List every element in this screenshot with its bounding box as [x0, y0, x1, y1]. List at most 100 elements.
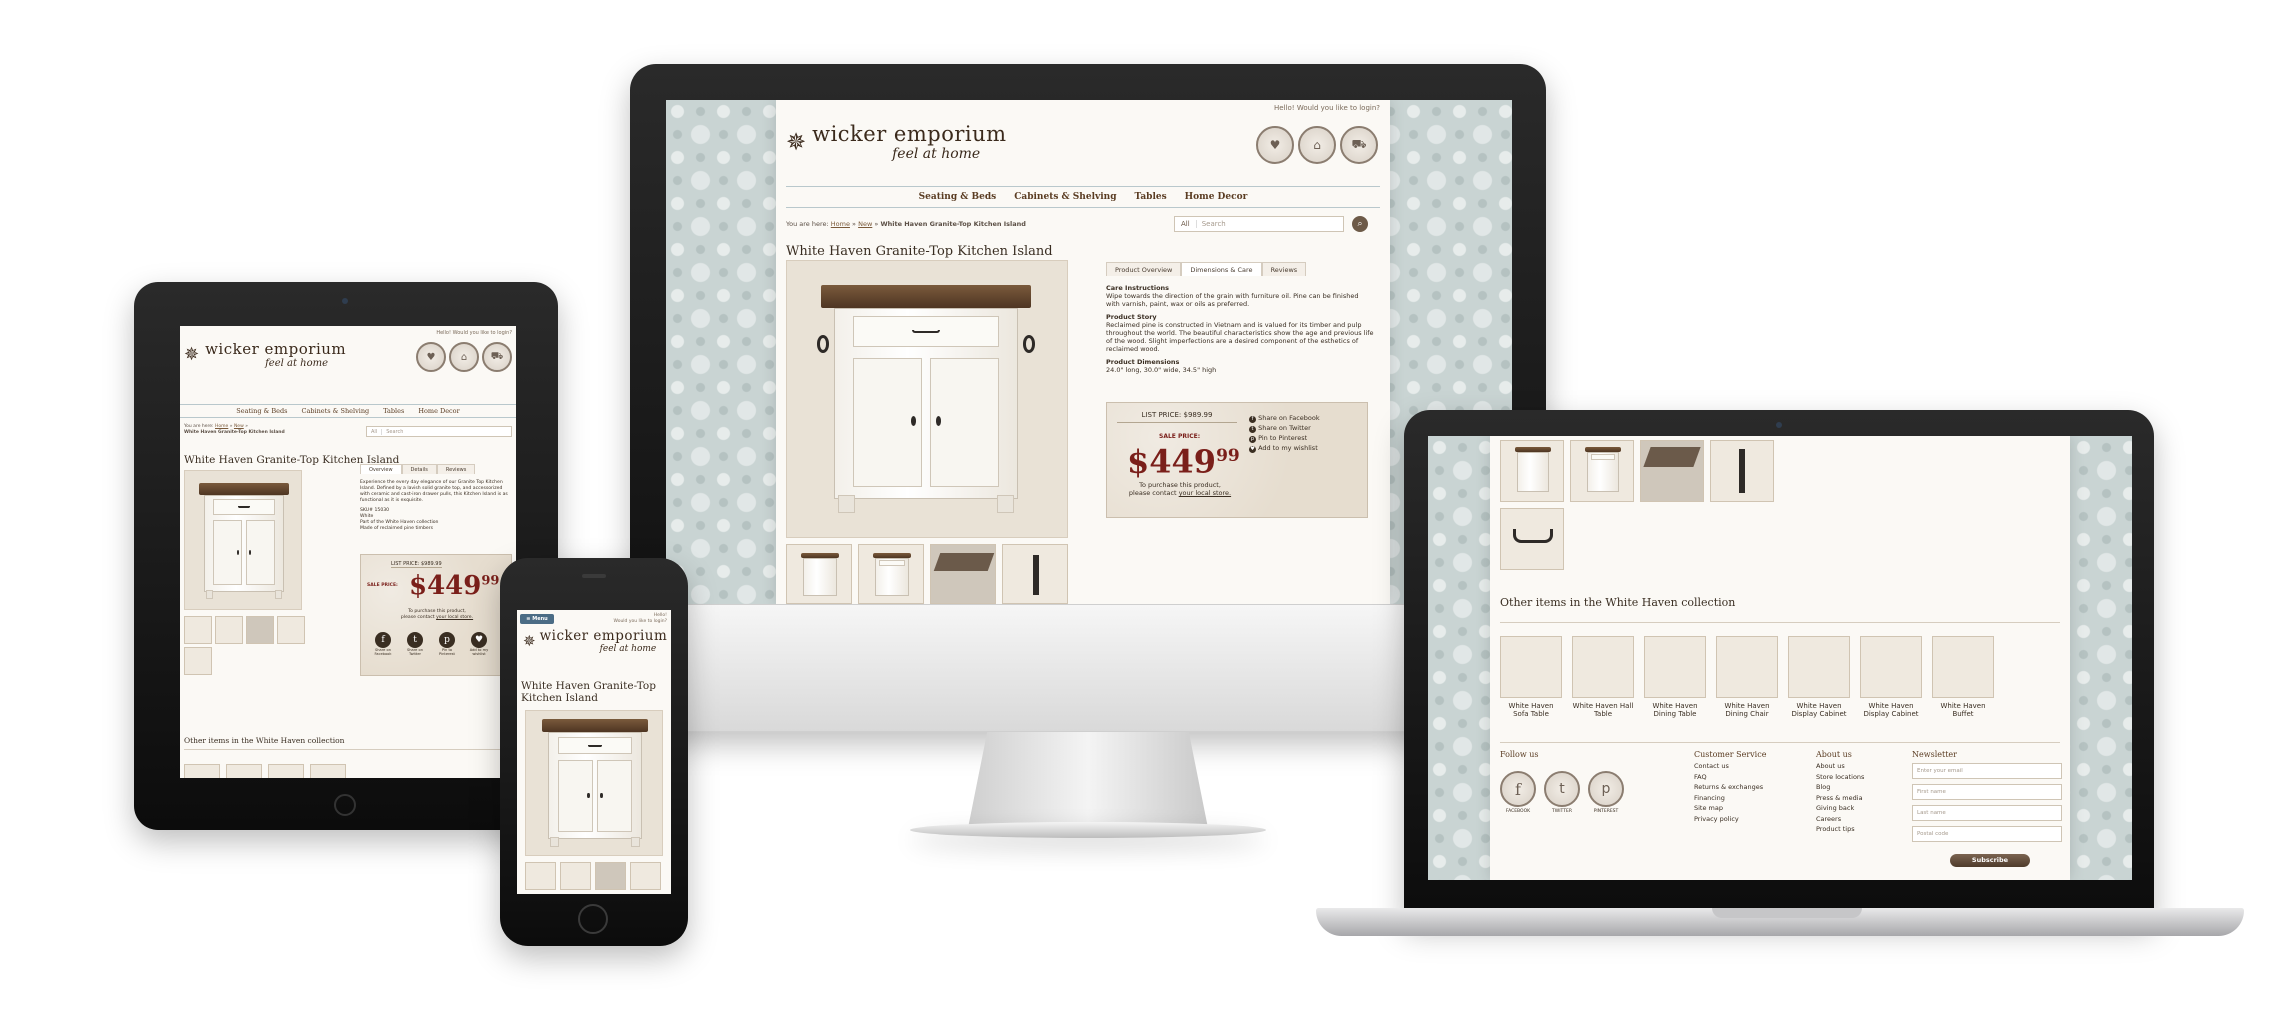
tablet-home-button[interactable]	[334, 794, 356, 816]
nav-home-decor[interactable]: Home Decor	[418, 407, 459, 415]
collection-item[interactable]: White Haven Hall Table	[1572, 636, 1634, 718]
collection-item[interactable]: White Haven Sofa Table	[1500, 636, 1562, 718]
thumbnail[interactable]	[215, 616, 243, 644]
footer-link[interactable]: Giving back	[1816, 803, 1864, 814]
tab-reviews[interactable]: Reviews	[1261, 262, 1307, 276]
thumbnail[interactable]	[1500, 440, 1564, 502]
share-twitter[interactable]: t Share on Twitter	[403, 627, 427, 656]
thumbnail[interactable]	[184, 616, 212, 644]
thumbnail[interactable]	[525, 862, 556, 890]
menu-button[interactable]: ≡ Menu	[520, 614, 554, 624]
collection-item[interactable]: White Haven Display Cabinet	[1860, 636, 1922, 718]
local-store-link[interactable]: your local store.	[436, 615, 473, 620]
first-name-field[interactable]: First name	[1912, 784, 2062, 800]
product-main-image[interactable]	[786, 260, 1068, 538]
product-main-image[interactable]	[525, 710, 663, 856]
footer-link[interactable]: Press & media	[1816, 793, 1864, 804]
collection-item[interactable]: White Haven Dining Chair	[1716, 636, 1778, 718]
basket-badge-icon: ⌂	[449, 342, 479, 372]
thumbnail[interactable]	[630, 862, 661, 890]
brand-logo[interactable]: ✵ wicker emporium feel at home	[523, 628, 667, 654]
story-text: Reclaimed pine is constructed in Vietnam…	[1106, 321, 1374, 353]
email-field[interactable]: Enter your email	[1912, 763, 2062, 779]
tab-reviews[interactable]: Reviews	[436, 464, 476, 474]
breadcrumb-home[interactable]: Home	[831, 220, 850, 228]
footer-link[interactable]: Blog	[1816, 782, 1864, 793]
tab-dimensions-care[interactable]: Dimensions & Care	[1181, 262, 1262, 276]
footer-link[interactable]: About us	[1816, 761, 1864, 772]
collection-thumb[interactable]	[268, 764, 304, 778]
footer-link[interactable]: Financing	[1694, 793, 1766, 804]
login-greeting[interactable]: Hello! Would you like to login?	[436, 330, 512, 336]
thumbnail[interactable]	[1500, 508, 1564, 570]
thumbnail[interactable]	[277, 616, 305, 644]
footer-link[interactable]: Privacy policy	[1694, 814, 1766, 825]
footer-link[interactable]: Contact us	[1694, 761, 1766, 772]
facebook-link[interactable]: f FACEBOOK	[1500, 771, 1536, 814]
nav-tables[interactable]: Tables	[383, 407, 404, 415]
login-greeting[interactable]: Hello! Would you like to login?	[1274, 104, 1380, 112]
footer-link[interactable]: Store locations	[1816, 772, 1864, 783]
thumbnail[interactable]	[560, 862, 591, 890]
search-input[interactable]: Search	[382, 429, 403, 435]
subscribe-button[interactable]: Subscribe	[1950, 854, 2030, 867]
footer-link[interactable]: Site map	[1694, 803, 1766, 814]
sale-price-cents: 99	[1216, 446, 1240, 466]
postal-code-field[interactable]: Postal code	[1912, 826, 2062, 842]
login-greeting[interactable]: Hello! Would you like to login?	[614, 613, 667, 624]
nav-cabinets-shelving[interactable]: Cabinets & Shelving	[1014, 192, 1116, 202]
collection-item[interactable]: White Haven Display Cabinet	[1788, 636, 1850, 718]
breadcrumb-new[interactable]: New	[234, 424, 244, 429]
search-scope[interactable]: All	[1175, 220, 1197, 228]
brand-logo[interactable]: ✵ wicker emporium feel at home	[184, 340, 346, 369]
thumbnail[interactable]	[1710, 440, 1774, 502]
thumbnail[interactable]	[595, 862, 626, 890]
nav-seating-beds[interactable]: Seating & Beds	[236, 407, 287, 415]
add-wishlist[interactable]: ♥ Add to my wishlist	[467, 627, 491, 656]
search-input[interactable]: Search	[1197, 220, 1226, 228]
collection-item[interactable]: White Haven Dining Table	[1644, 636, 1706, 718]
thumbnail[interactable]	[858, 544, 924, 604]
thumbnail[interactable]	[246, 616, 274, 644]
search-scope[interactable]: All	[367, 428, 383, 435]
add-wishlist[interactable]: ♥ Add to my wishlist	[1249, 443, 1320, 453]
footer-link[interactable]: Returns & exchanges	[1694, 782, 1766, 793]
share-twitter[interactable]: t Share on Twitter	[1249, 423, 1320, 433]
tab-overview[interactable]: Overview	[360, 464, 402, 474]
nav-cabinets-shelving[interactable]: Cabinets & Shelving	[302, 407, 370, 415]
footer-link[interactable]: Product tips	[1816, 824, 1864, 835]
collection-thumb[interactable]	[310, 764, 346, 778]
share-facebook[interactable]: f Share on Facebook	[371, 627, 395, 656]
nav-seating-beds[interactable]: Seating & Beds	[919, 192, 997, 202]
thumbnail[interactable]	[786, 544, 852, 604]
search-icon[interactable]: ⌕	[1352, 216, 1368, 232]
share-facebook[interactable]: f Share on Facebook	[1249, 413, 1320, 423]
tab-details[interactable]: Details	[401, 464, 437, 474]
thumbnail[interactable]	[1570, 440, 1634, 502]
thumbnail[interactable]	[1002, 544, 1068, 604]
collection-item-label: White Haven Display Cabinet	[1863, 702, 1919, 718]
share-twitter-label: Share on Twitter	[1258, 424, 1311, 432]
phone-home-button[interactable]	[578, 904, 608, 934]
thumbnail[interactable]	[1640, 440, 1704, 502]
breadcrumb-new[interactable]: New	[858, 220, 872, 228]
breadcrumb-home[interactable]: Home	[215, 424, 228, 429]
nav-home-decor[interactable]: Home Decor	[1185, 192, 1248, 202]
thumbnail[interactable]	[930, 544, 996, 604]
collection-thumb[interactable]	[184, 764, 220, 778]
nav-tables[interactable]: Tables	[1134, 192, 1166, 202]
last-name-field[interactable]: Last name	[1912, 805, 2062, 821]
collection-thumb[interactable]	[226, 764, 262, 778]
brand-logo[interactable]: ✵ wicker emporium feel at home	[786, 122, 1007, 162]
share-pinterest[interactable]: p Pin to Pinterest	[1249, 433, 1320, 443]
twitter-link[interactable]: t TWITTER	[1544, 771, 1580, 814]
pinterest-link[interactable]: p PINTEREST	[1588, 771, 1624, 814]
footer-link[interactable]: Careers	[1816, 814, 1864, 825]
footer-link[interactable]: FAQ	[1694, 772, 1766, 783]
thumbnail[interactable]	[184, 647, 212, 675]
collection-item[interactable]: White Haven Buffet	[1932, 636, 1994, 718]
tab-product-overview[interactable]: Product Overview	[1106, 262, 1182, 276]
product-main-image[interactable]	[184, 470, 302, 610]
share-pinterest[interactable]: p Pin to Pinterest	[435, 627, 459, 656]
local-store-link[interactable]: your local store.	[1179, 489, 1231, 497]
